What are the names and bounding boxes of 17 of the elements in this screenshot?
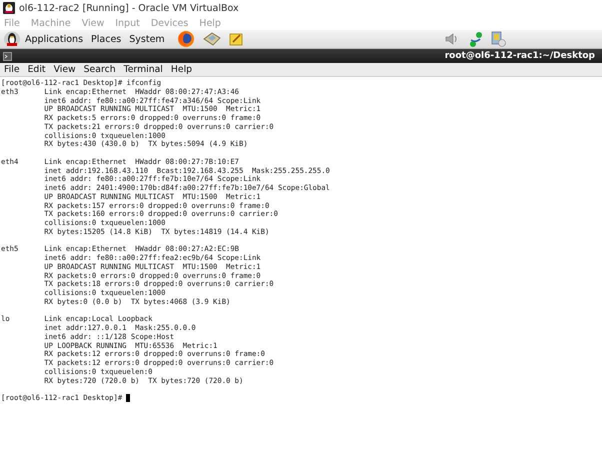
- firefox-icon[interactable]: [176, 30, 195, 48]
- menu-item[interactable]: Terminal: [124, 64, 163, 75]
- menu-item[interactable]: Search: [84, 64, 116, 75]
- panel-menu[interactable]: System: [129, 34, 165, 44]
- terminal-title: root@ol6-112-rac1:~/Desktop: [444, 51, 595, 61]
- menu-item[interactable]: File: [4, 64, 20, 75]
- panel-menu[interactable]: Applications: [25, 34, 84, 44]
- menu-item[interactable]: View: [54, 64, 76, 75]
- cursor: [126, 394, 130, 402]
- window-title: ol6-112-rac2 [Running] - Oracle VM VirtualBox: [19, 2, 239, 14]
- penguin-icon[interactable]: [3, 31, 21, 47]
- panel-menu[interactable]: Places: [91, 34, 122, 44]
- menu-item[interactable]: Help: [170, 64, 192, 75]
- terminal-icon: [3, 52, 12, 60]
- menu-item[interactable]: Edit: [28, 64, 46, 75]
- network-icon[interactable]: [468, 30, 484, 48]
- notepad-icon[interactable]: [228, 32, 243, 46]
